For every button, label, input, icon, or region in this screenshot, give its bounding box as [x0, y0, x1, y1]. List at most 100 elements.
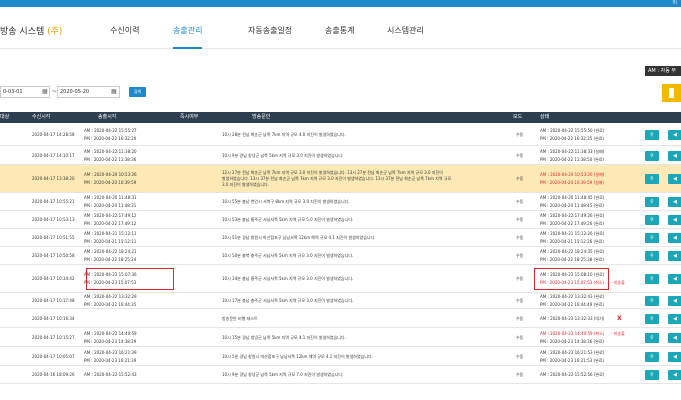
speaker-icon: ◀	[673, 316, 677, 322]
search-button[interactable]: 검색	[129, 87, 146, 97]
play-audio-button[interactable]: ◀	[668, 314, 681, 324]
status-pm-cell: PM : 2020-04-22 16:32:35 (완료)	[540, 136, 604, 141]
status-pm-cell: PM : 2020-04-21 15:12:26 (완료)	[540, 239, 604, 244]
broadcast-text-line: 10시 55분 충남 천안시 서북구 8km 지역 규모 3.0 지진이 발생하…	[222, 199, 350, 204]
table-row[interactable]: 2020-04-17 14:10:17 AM : 2020-04-22 11:38…	[0, 146, 681, 165]
send-time-pm-cell: PM : 2020-04-23 14:38:29	[84, 339, 137, 344]
play-audio-button[interactable]: ◀	[668, 251, 681, 261]
highlight-box	[534, 268, 609, 290]
view-detail-button[interactable]: ⚲	[645, 215, 659, 225]
view-detail-button[interactable]: ⚲	[645, 151, 659, 161]
play-audio-button[interactable]: ◀	[668, 352, 681, 362]
view-detail-button[interactable]: ⚲	[645, 333, 659, 343]
calendar-icon[interactable]: ▦	[42, 88, 48, 95]
mode-cell: 수동	[516, 132, 524, 137]
status-pm-cell: PM : 2020-04-22 16:44:49 (완료)	[540, 302, 604, 307]
recv-time-cell: 2020-04-17 10:17:48	[32, 298, 75, 303]
play-audio-button[interactable]: ◀	[668, 296, 681, 306]
table-row[interactable]: 2020-04-16 18:09:26 AM : 2020-04-22 15:52…	[0, 366, 681, 384]
calendar-icon[interactable]: ▦	[111, 88, 117, 95]
top-bar: 이	[0, 0, 681, 7]
view-detail-button[interactable]: ⚲	[645, 197, 659, 207]
nav-item-system-manage[interactable]: 시스템관리	[387, 25, 424, 49]
play-audio-button[interactable]: ◀	[668, 215, 681, 225]
view-detail-button[interactable]: ⚲	[645, 233, 659, 243]
status-pm-cell: PM : 2020-04-22 11:38:50 (완료)	[540, 157, 604, 162]
broadcast-text-line: 10시 15분 경남 창녕군 남쪽 5km 지역 규모 4.1 지진이 발생하였…	[222, 335, 346, 340]
recv-time-cell: 2020-04-17 14:28:58	[32, 132, 75, 137]
recv-time-cell: 2020-04-17 10:34:42	[32, 276, 75, 281]
nav-item-auto-schedule[interactable]: 자동송출일정	[248, 25, 292, 49]
table-row[interactable]: 2020-04-17 10:17:48 AM : 2020-04-22 13:32…	[0, 293, 681, 309]
view-detail-button[interactable]: ⚲	[645, 314, 659, 324]
send-time-am-cell: AM : 2020-04-22 15:52:43	[84, 372, 137, 377]
speaker-icon: ◀	[673, 153, 677, 159]
broadcast-text-line: 3.0 지진이 발생하였습니다.	[222, 182, 269, 187]
view-detail-button[interactable]: ⚲	[645, 296, 659, 306]
table-row[interactable]: 2020-04-17 13:38:20 AM : 2020-04-20 10:53…	[0, 165, 681, 193]
speaker-icon: ◀	[673, 253, 677, 259]
mode-cell: 수동	[516, 176, 524, 181]
col-immediate: 즉시여부	[180, 114, 199, 120]
status-am-cell: AM : 2020-04-20 10:53:26 (실패)	[540, 172, 605, 177]
speaker-icon: ◀	[673, 132, 677, 138]
nav-item-send-manage[interactable]: 송출관리	[173, 25, 203, 49]
send-time-am-cell: AM : 2020-04-22 15:55:27	[84, 128, 137, 133]
play-audio-button[interactable]: ◀	[668, 151, 681, 161]
send-time-am-cell: AM : 2020-04-22 11:38:20	[84, 149, 137, 154]
search-icon: ⚲	[650, 372, 654, 378]
excel-download-button[interactable]	[662, 84, 681, 102]
status-am-cell: AM : 2020-04-22 13:32:43 (완료)	[540, 294, 605, 299]
status-am-cell: AM : 2020-04-22 15:52:56 (완료)	[540, 372, 605, 377]
recv-time-cell: 2020-04-17 10:51:55	[32, 235, 75, 240]
table-row[interactable]: 2020-04-17 10:05:07 AM : 2020-04-23 16:21…	[0, 347, 681, 366]
table-row[interactable]: 2020-04-17 10:16:34 방송문안 비행 테스트 수동 AM : 202…	[0, 309, 681, 328]
col-broadcast-text: 방송문안	[252, 114, 271, 120]
play-audio-button[interactable]: ◀	[668, 233, 681, 243]
table-row[interactable]: 2020-04-17 10:53:13 AM : 2020-04-22 17:49…	[0, 211, 681, 229]
play-audio-button[interactable]: ◀	[668, 130, 681, 140]
table-row[interactable]: 2020-04-17 10:51:55 AM : 2020-04-21 15:12…	[0, 229, 681, 247]
search-icon: ⚲	[650, 199, 654, 205]
search-icon: ⚲	[650, 335, 654, 341]
top-bar-text: 이	[672, 0, 677, 6]
mode-cell: 수동	[516, 253, 524, 258]
send-time-pm-cell: PM : 2020-04-22 18:25:24	[84, 257, 137, 262]
mode-cell: 수동	[516, 354, 524, 359]
send-time-pm-cell: PM : 2020-04-22 16:32:20	[84, 136, 137, 141]
not-sent-note: - 미송출	[611, 280, 625, 285]
site-title-text: 방송 시스템	[0, 27, 45, 37]
table-row[interactable]: 2020-04-17 10:50:58 AM : 2020-04-22 18:24…	[0, 247, 681, 265]
send-time-pm-cell: PM : 2020-04-20 11:48:31	[84, 203, 137, 208]
nav-item-send-stats[interactable]: 송출통계	[325, 25, 354, 49]
play-audio-button[interactable]: ◀	[668, 174, 681, 184]
speaker-icon: ◀	[673, 217, 677, 223]
view-detail-button[interactable]: ⚲	[645, 174, 659, 184]
speaker-icon: ◀	[673, 276, 677, 282]
view-detail-button[interactable]: ⚲	[645, 370, 659, 380]
tooltip: AM : 자동 무	[645, 66, 681, 76]
view-detail-button[interactable]: ⚲	[645, 352, 659, 362]
speaker-icon: ◀	[673, 335, 677, 341]
highlight-box	[86, 268, 174, 290]
table-row[interactable]: 2020-04-17 10:15:27 AM : 2020-04-23 14:40…	[0, 328, 681, 347]
nav-item-recv-history[interactable]: 수신이력	[110, 25, 139, 49]
site-title-accent: (주)	[47, 27, 63, 37]
play-audio-button[interactable]: ◀	[668, 274, 681, 284]
table-row[interactable]: 2020-04-17 14:28:58 AM : 2020-04-22 15:55…	[0, 123, 681, 146]
view-detail-button[interactable]: ⚲	[645, 251, 659, 261]
play-audio-button[interactable]: ◀	[668, 333, 681, 343]
play-audio-button[interactable]: ◀	[668, 197, 681, 207]
view-detail-button[interactable]: ⚲	[645, 130, 659, 140]
search-icon: ⚲	[650, 316, 654, 322]
search-icon: ⚲	[650, 176, 654, 182]
status-am-cell: AM : 2020-04-22 17:49:26 (완료)	[540, 213, 605, 218]
view-detail-button[interactable]: ⚲	[645, 274, 659, 284]
send-time-pm-cell: PM : 2020-04-23 16:21:39	[84, 358, 137, 363]
speaker-icon: ◀	[673, 199, 677, 205]
table-row[interactable]: 2020-04-17 10:55:21 AM : 2020-04-20 11:48…	[0, 193, 681, 211]
send-time-am-cell: AM : 2020-04-20 11:48:31	[84, 195, 137, 200]
speaker-icon: ◀	[673, 372, 677, 378]
play-audio-button[interactable]: ◀	[668, 370, 681, 380]
recv-time-cell: 2020-04-17 10:15:27	[32, 335, 75, 340]
